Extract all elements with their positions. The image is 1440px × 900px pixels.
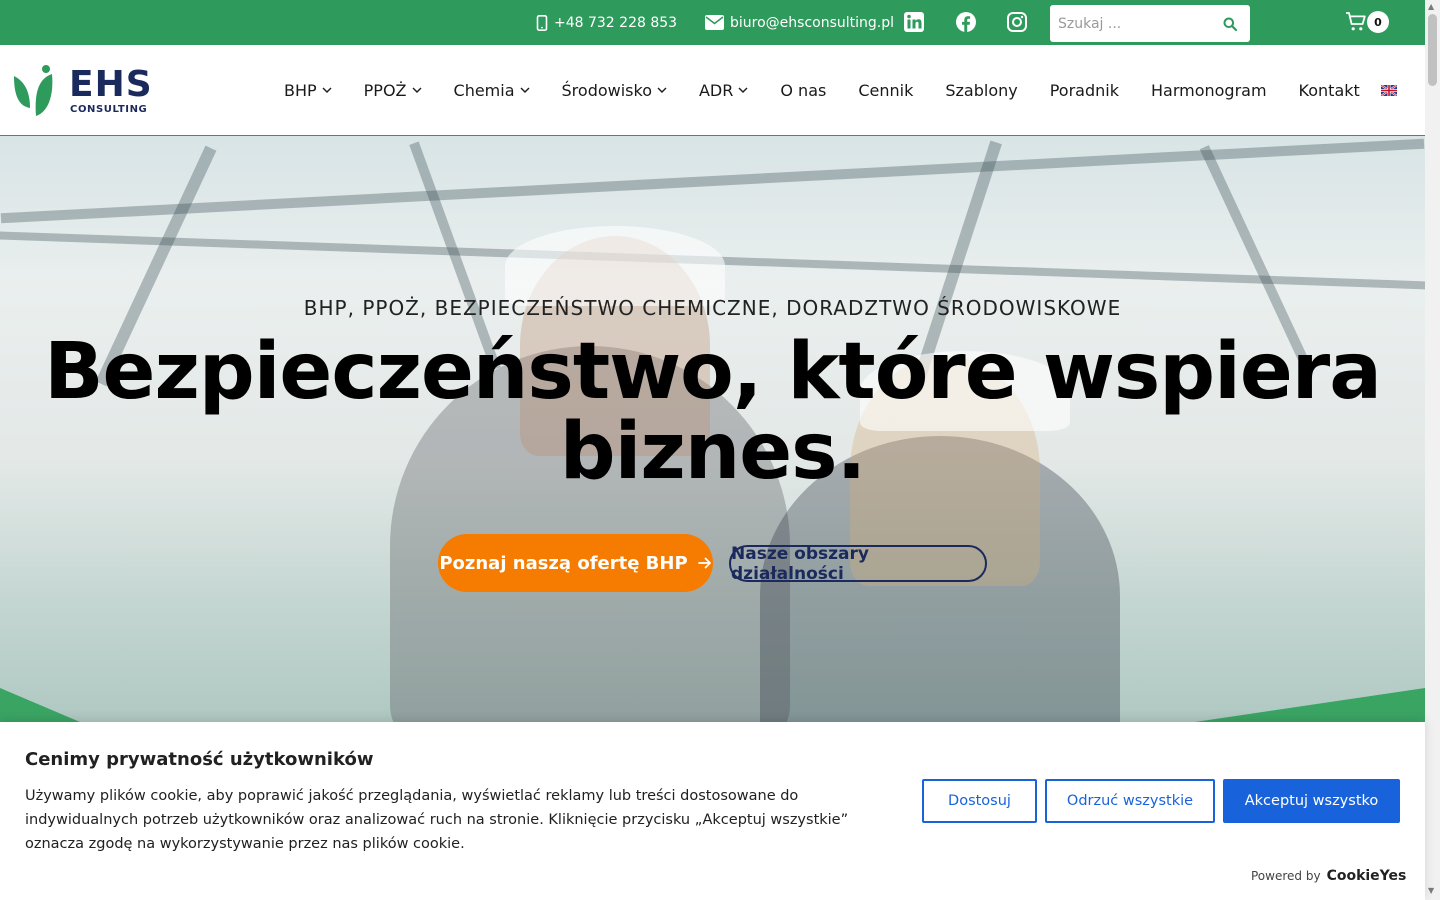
cart-button[interactable]: 0 [1345, 11, 1391, 35]
search-button[interactable] [1210, 5, 1250, 42]
hero-title-line: Bezpieczeństwo, które wspiera [44, 327, 1382, 417]
powered-by-cookieyes[interactable]: Powered by CookieYes [1251, 868, 1406, 884]
chevron-down-icon [657, 87, 667, 93]
customize-cookies-button[interactable]: Dostosuj [922, 779, 1037, 823]
instagram-icon[interactable] [1006, 11, 1028, 33]
decorative-wedge [0, 688, 80, 722]
scroll-up-arrow-icon[interactable]: ▲ [1428, 2, 1434, 11]
nav-label: Cennik [858, 80, 914, 100]
logo-subtitle: CONSULTING [70, 104, 148, 115]
nav-label: Kontakt [1298, 80, 1360, 100]
nav-label: Harmonogram [1150, 80, 1267, 100]
mobile-phone-icon [536, 14, 548, 31]
nav-item-harmonogram[interactable]: Harmonogram [1151, 81, 1267, 100]
areas-of-activity-button[interactable]: Nasze obszary działalności [729, 544, 987, 584]
cookie-consent-banner: Cenimy prywatność użytkowników Używamy p… [0, 722, 1425, 900]
leaf-logo-icon [14, 65, 53, 116]
nav-label: ADR [698, 80, 734, 100]
offer-bhp-button-label: Poznaj naszą ofertę BHP [439, 552, 688, 574]
nav-item-ppoz[interactable]: PPOŻ [364, 81, 422, 100]
chevron-down-icon [322, 87, 332, 93]
nav-item-szablony[interactable]: Szablony [945, 81, 1017, 100]
nav-item-adr[interactable]: ADR [699, 81, 748, 100]
nav-item-chemia[interactable]: Chemia [454, 81, 530, 100]
shopping-cart-icon [1346, 12, 1366, 31]
envelope-icon [705, 15, 724, 30]
reject-all-cookies-button[interactable]: Odrzuć wszystkie [1045, 779, 1215, 823]
hero-subtitle: BHP, PPOŻ, BEZPIECZEŃSTWO CHEMICZNE, DOR… [303, 296, 1122, 320]
powered-by-label: Powered by [1251, 869, 1321, 883]
email-link[interactable]: biuro@ehsconsulting.pl [705, 0, 894, 45]
offer-bhp-button[interactable]: Poznaj naszą ofertę BHP [438, 534, 713, 592]
logo-wordmark: EHS [69, 64, 153, 105]
chevron-down-icon [738, 87, 748, 93]
nav-item-o-nas[interactable]: O nas [780, 81, 826, 100]
nav-item-bhp[interactable]: BHP [284, 81, 332, 100]
facebook-icon[interactable] [955, 11, 977, 33]
nav-label: Szablony [945, 80, 1018, 100]
cookie-title: Cenimy prywatność użytkowników [25, 749, 374, 770]
email-address: biuro@ehsconsulting.pl [730, 14, 895, 31]
nav-label: Środowisko [561, 80, 652, 100]
nav-label: Poradnik [1049, 80, 1119, 100]
site-header: EHS CONSULTING BHP PPOŻ Chemia Środowisk… [0, 45, 1425, 136]
chevron-down-icon [520, 87, 530, 93]
search-icon [1223, 17, 1237, 31]
hero-section: BHP, PPOŻ, BEZPIECZEŃSTWO CHEMICZNE, DOR… [0, 136, 1425, 722]
linkedin-icon[interactable] [903, 11, 925, 33]
nav-item-cennik[interactable]: Cennik [858, 81, 913, 100]
top-bar: +48 732 228 853 biuro@ehsconsulting.pl S… [0, 0, 1425, 45]
nav-item-srodowisko[interactable]: Środowisko [562, 81, 667, 100]
search-input[interactable] [1050, 5, 1210, 42]
search-box [1050, 5, 1250, 42]
hero-title: Bezpieczeństwo, które wspiera biznes. [0, 332, 1425, 492]
cookie-description: Używamy plików cookie, aby poprawić jako… [25, 788, 849, 852]
site-logo[interactable]: EHS CONSULTING [12, 64, 157, 118]
scroll-down-arrow-icon[interactable]: ▼ [1428, 886, 1434, 895]
hero-title-line: biznes. [559, 407, 866, 497]
phone-link[interactable]: +48 732 228 853 [536, 0, 677, 45]
decorative-wedge [1195, 688, 1425, 722]
nav-item-kontakt[interactable]: Kontakt [1299, 81, 1360, 100]
nav-item-poradnik[interactable]: Poradnik [1050, 81, 1119, 100]
nav-label: PPOŻ [363, 80, 407, 100]
nav-label: Chemia [453, 80, 515, 100]
main-nav: BHP PPOŻ Chemia Środowisko ADR O nas Cen… [284, 45, 1392, 135]
page-scrollbar[interactable]: ▲ ▼ [1425, 0, 1440, 900]
arrow-right-icon [697, 557, 711, 569]
accept-all-cookies-button[interactable]: Akceptuj wszystko [1223, 779, 1400, 823]
uk-flag-icon[interactable] [1381, 85, 1397, 96]
scroll-thumb[interactable] [1428, 14, 1437, 86]
nav-label: O nas [780, 80, 827, 100]
nav-label: BHP [284, 80, 317, 100]
phone-number: +48 732 228 853 [554, 14, 678, 31]
cart-count-badge: 0 [1367, 11, 1389, 33]
cookieyes-logo: CookieYes [1326, 868, 1407, 884]
chevron-down-icon [412, 87, 422, 93]
